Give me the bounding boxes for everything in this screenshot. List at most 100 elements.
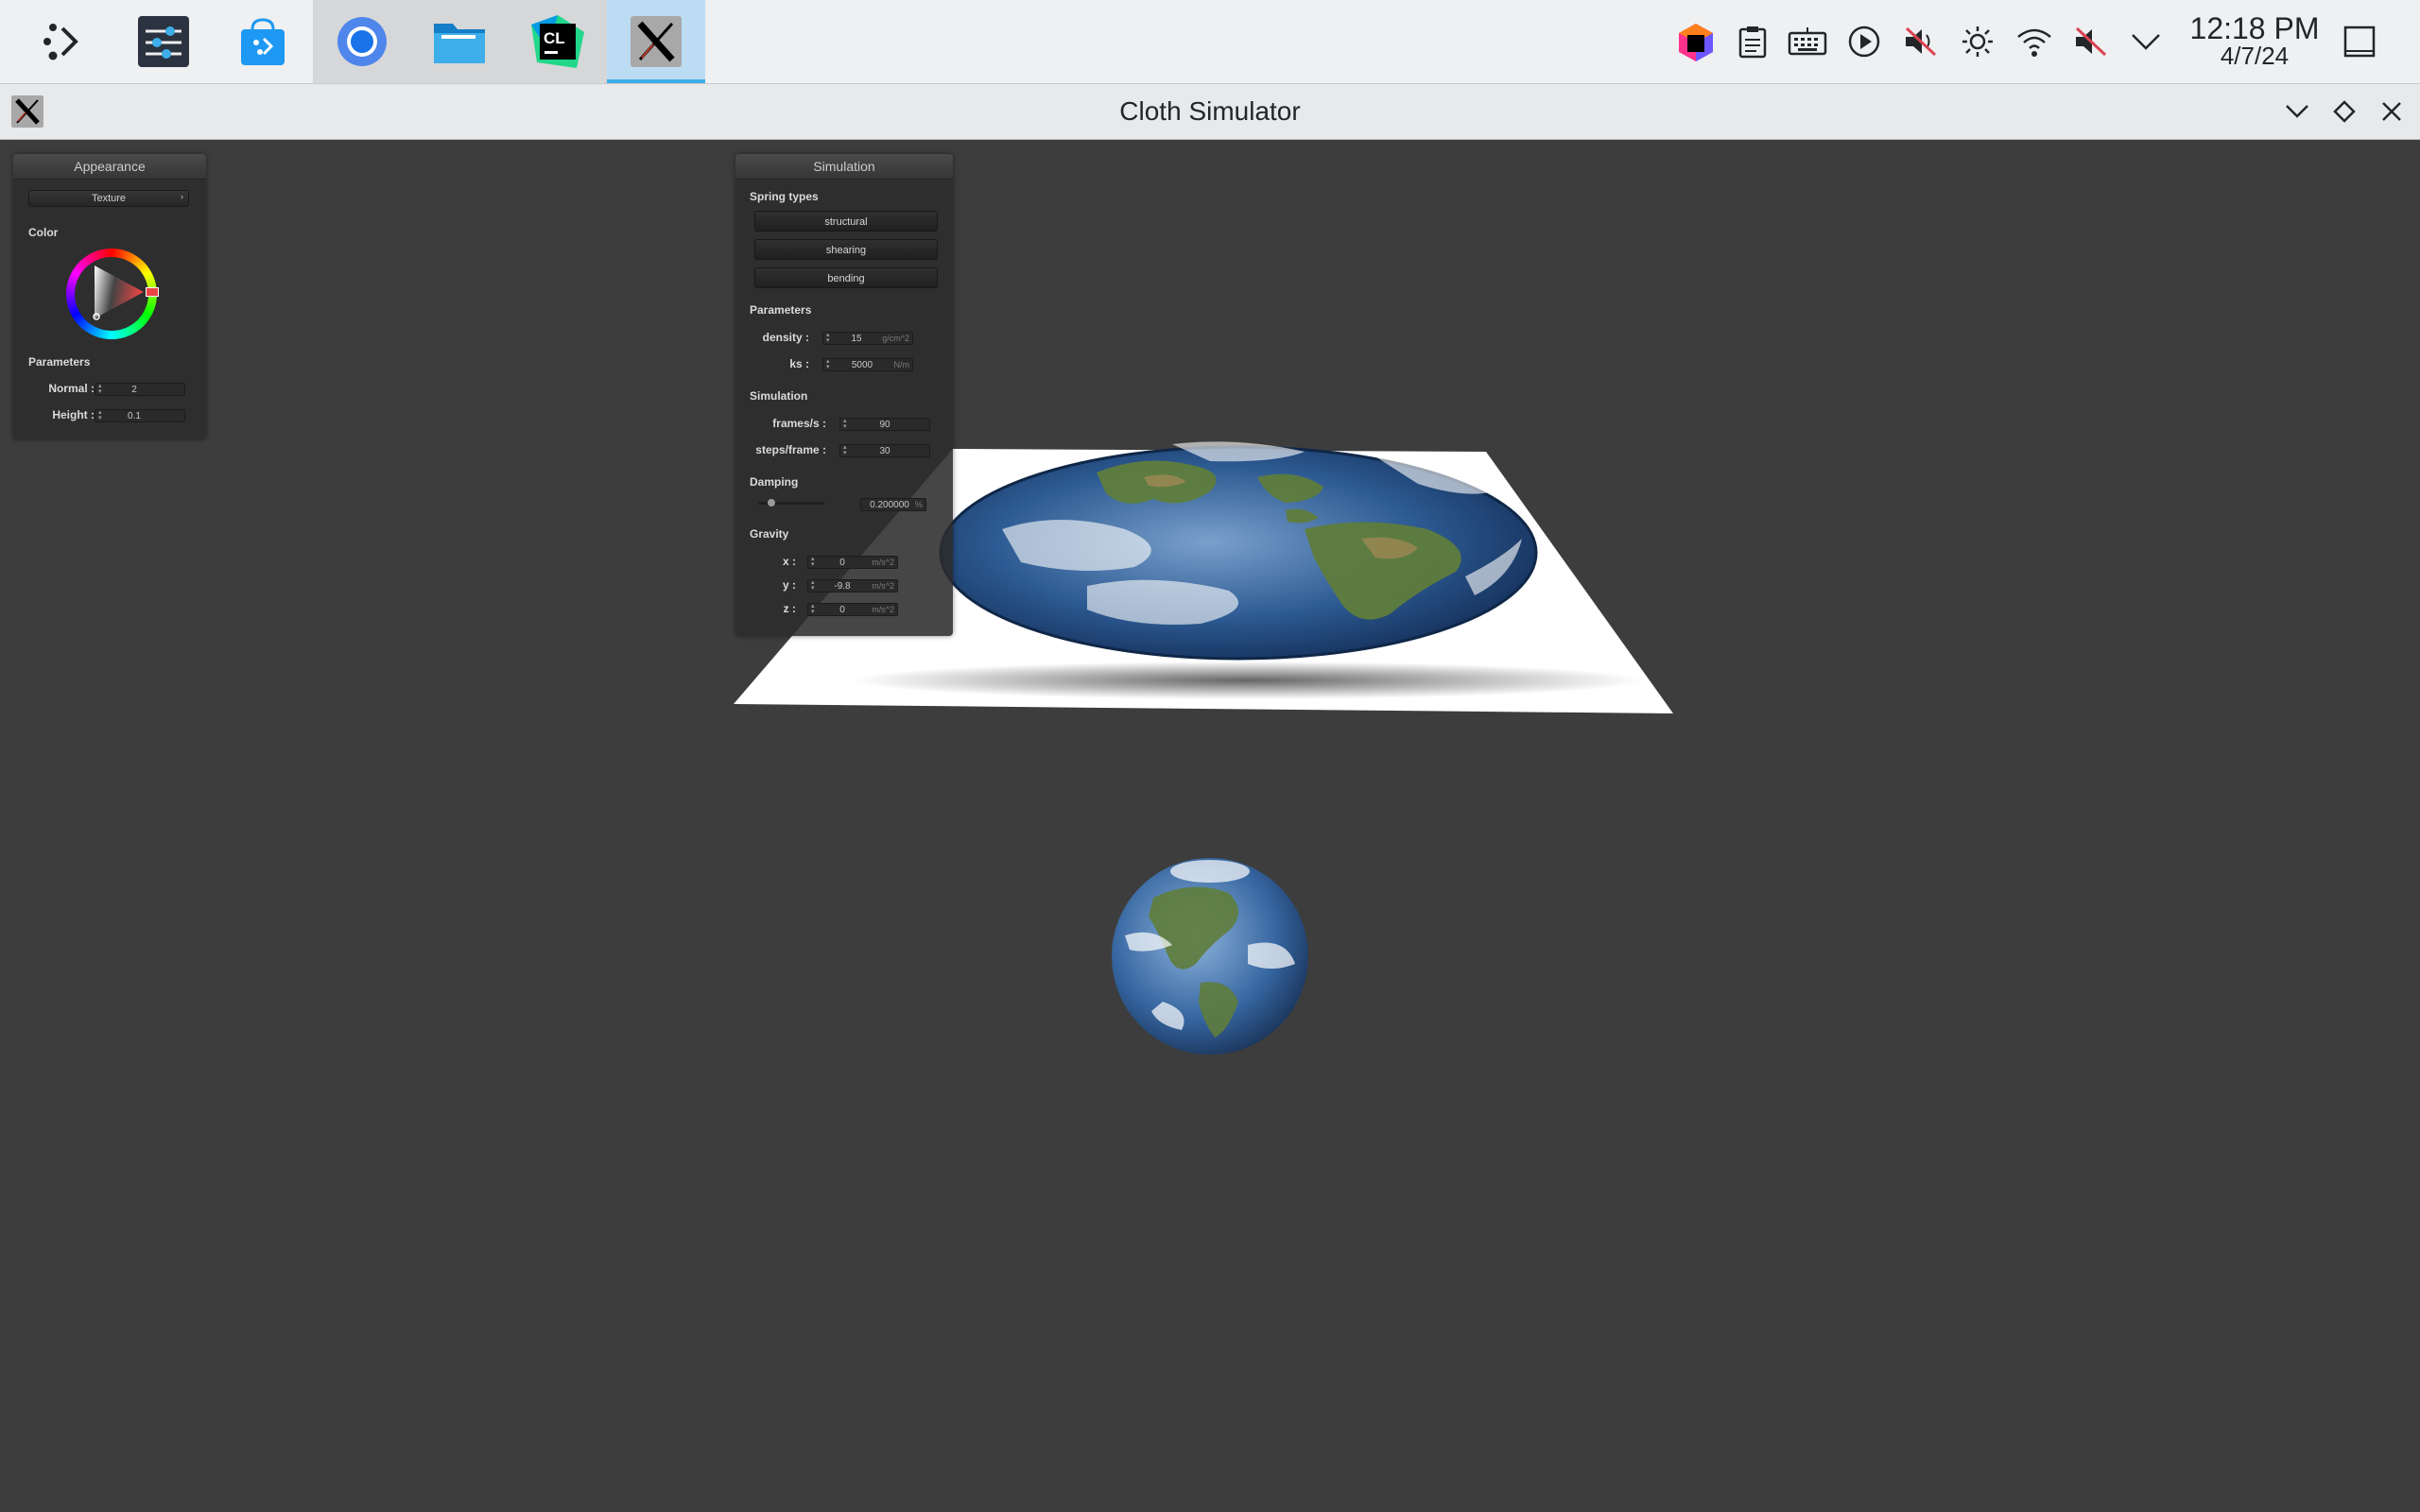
normal-label: Normal :: [48, 382, 95, 395]
dropdown-arrow-icon: ›: [181, 192, 183, 201]
tray-volume[interactable]: [1900, 21, 1942, 62]
gravity-z-value: 0: [839, 605, 845, 615]
gravity-x-label: x :: [782, 555, 796, 568]
svg-text:CL: CL: [544, 29, 565, 47]
frames-per-second-input[interactable]: ▴ ▾ 90: [839, 418, 930, 431]
chromium-browser-icon: [337, 17, 387, 66]
wifi-icon: [2017, 28, 2051, 57]
steps-per-frame-input[interactable]: ▴ ▾ 30: [839, 444, 930, 457]
tray-media-player[interactable]: [1843, 21, 1885, 62]
gravity-x-unit: m/s^2: [872, 558, 894, 567]
spin-arrows-icon[interactable]: ▴ ▾: [811, 603, 815, 615]
spring-types-label: Spring types: [750, 190, 819, 203]
density-value: 15: [851, 334, 862, 344]
spring-structural-button[interactable]: structural: [754, 211, 938, 232]
damping-slider-handle[interactable]: [768, 499, 775, 507]
spin-arrows-icon[interactable]: ▴ ▾: [811, 556, 815, 568]
simulation-panel-header[interactable]: Simulation: [735, 154, 953, 180]
damping-input[interactable]: 0.200000 %: [860, 498, 926, 511]
damping-unit: %: [914, 500, 923, 509]
normal-input[interactable]: ▴ ▾ 2: [95, 383, 185, 396]
tray-jetbrains-toolbox[interactable]: [1675, 21, 1717, 62]
appearance-mode-dropdown[interactable]: Texture ›: [28, 190, 189, 207]
taskbar: CL 12:18 PM 4/7/24: [0, 0, 2420, 84]
normal-value: 2: [131, 385, 137, 395]
gravity-y-label: y :: [782, 578, 796, 592]
file-manager-icon: [434, 24, 485, 63]
taskbar-clion[interactable]: CL: [509, 0, 607, 83]
tray-keyboard[interactable]: [1787, 21, 1828, 62]
spin-arrows-icon[interactable]: ▴ ▾: [98, 383, 102, 395]
damping-slider[interactable]: [758, 499, 824, 507]
ks-unit: N/m: [893, 360, 910, 369]
simulation-viewport[interactable]: [0, 140, 2420, 1512]
spin-arrows-icon[interactable]: ▴ ▾: [98, 409, 102, 421]
simulation-section-label: Simulation: [750, 389, 808, 403]
maximize-button[interactable]: [2325, 93, 2363, 130]
app-launcher-button[interactable]: [15, 0, 113, 83]
taskbar-discover[interactable]: [214, 0, 312, 83]
tray-network[interactable]: [2014, 21, 2055, 62]
close-button[interactable]: [2373, 93, 2411, 130]
steps-per-frame-value: 30: [879, 446, 890, 456]
gravity-section-label: Gravity: [750, 527, 789, 541]
tray-brightness[interactable]: [1957, 21, 1998, 62]
chevron-down-icon: [2286, 105, 2308, 118]
ks-value: 5000: [851, 360, 873, 370]
gravity-y-value: -9.8: [834, 581, 851, 592]
color-section-label: Color: [28, 226, 59, 239]
frames-per-second-label: frames/s :: [772, 417, 826, 430]
height-label: Height :: [52, 408, 95, 421]
appearance-parameters-label: Parameters: [28, 355, 91, 369]
app-launcher-icon: [43, 24, 78, 60]
tray-microphone[interactable]: [2070, 21, 2112, 62]
spin-arrows-icon[interactable]: ▴ ▾: [811, 579, 815, 592]
damping-section-label: Damping: [750, 475, 799, 489]
spin-arrows-icon[interactable]: ▴ ▾: [826, 332, 830, 344]
color-wheel[interactable]: [66, 249, 159, 339]
system-settings-icon: [138, 16, 189, 67]
clock-date[interactable]: 4/7/24: [2174, 42, 2335, 71]
gravity-y-unit: m/s^2: [872, 581, 894, 591]
window-titlebar[interactable]: Cloth Simulator: [0, 84, 2420, 140]
density-input[interactable]: ▴ ▾ 15 g/cm^2: [822, 332, 913, 345]
appearance-panel-header[interactable]: Appearance: [13, 154, 206, 180]
spin-arrows-icon[interactable]: ▴ ▾: [843, 444, 847, 456]
simulation-panel: Simulation Spring types structural shear…: [735, 154, 953, 636]
height-value: 0.1: [128, 411, 141, 421]
taskbar-cloth-simulator[interactable]: [607, 0, 705, 83]
window-title: Cloth Simulator: [1119, 96, 1301, 126]
tray-expand-button[interactable]: [2125, 21, 2167, 62]
keyboard-icon: [1788, 27, 1827, 56]
volume-muted-icon: [1905, 26, 1937, 57]
expand-tray-icon: [2132, 34, 2160, 50]
jetbrains-toolbox-icon: [1679, 24, 1713, 61]
clipboard-icon: [1738, 26, 1767, 59]
height-input[interactable]: ▴ ▾ 0.1: [95, 409, 185, 422]
x-app-icon: [631, 16, 682, 67]
ks-input[interactable]: ▴ ▾ 5000 N/m: [822, 358, 913, 371]
spring-bending-button[interactable]: bending: [754, 267, 938, 288]
hue-marker[interactable]: [146, 287, 159, 297]
taskbar-system-settings[interactable]: [114, 0, 213, 83]
tray-clipboard[interactable]: [1732, 21, 1773, 62]
spin-arrows-icon[interactable]: ▴ ▾: [826, 358, 830, 370]
saturation-triangle[interactable]: [66, 249, 157, 339]
parameters-section-label: Parameters: [750, 303, 812, 317]
minimize-button[interactable]: [2278, 93, 2316, 130]
close-icon: [2382, 102, 2401, 121]
show-desktop-button[interactable]: [2339, 21, 2380, 62]
spin-arrows-icon[interactable]: ▴ ▾: [843, 418, 847, 430]
taskbar-chromium[interactable]: [313, 0, 411, 83]
spring-shearing-button[interactable]: shearing: [754, 239, 938, 260]
frames-per-second-value: 90: [879, 420, 890, 430]
appearance-panel: Appearance Texture › Color Parameters No…: [13, 154, 206, 439]
gravity-x-input[interactable]: ▴ ▾ 0 m/s^2: [807, 556, 898, 569]
gravity-z-input[interactable]: ▴ ▾ 0 m/s^2: [807, 603, 898, 616]
taskbar-file-manager[interactable]: [410, 0, 509, 83]
brightness-icon: [1962, 26, 1993, 57]
density-label: density :: [762, 331, 809, 344]
steps-per-frame-label: steps/frame :: [755, 443, 826, 456]
gravity-y-input[interactable]: ▴ ▾ -9.8 m/s^2: [807, 579, 898, 593]
clion-icon: CL: [531, 15, 584, 68]
